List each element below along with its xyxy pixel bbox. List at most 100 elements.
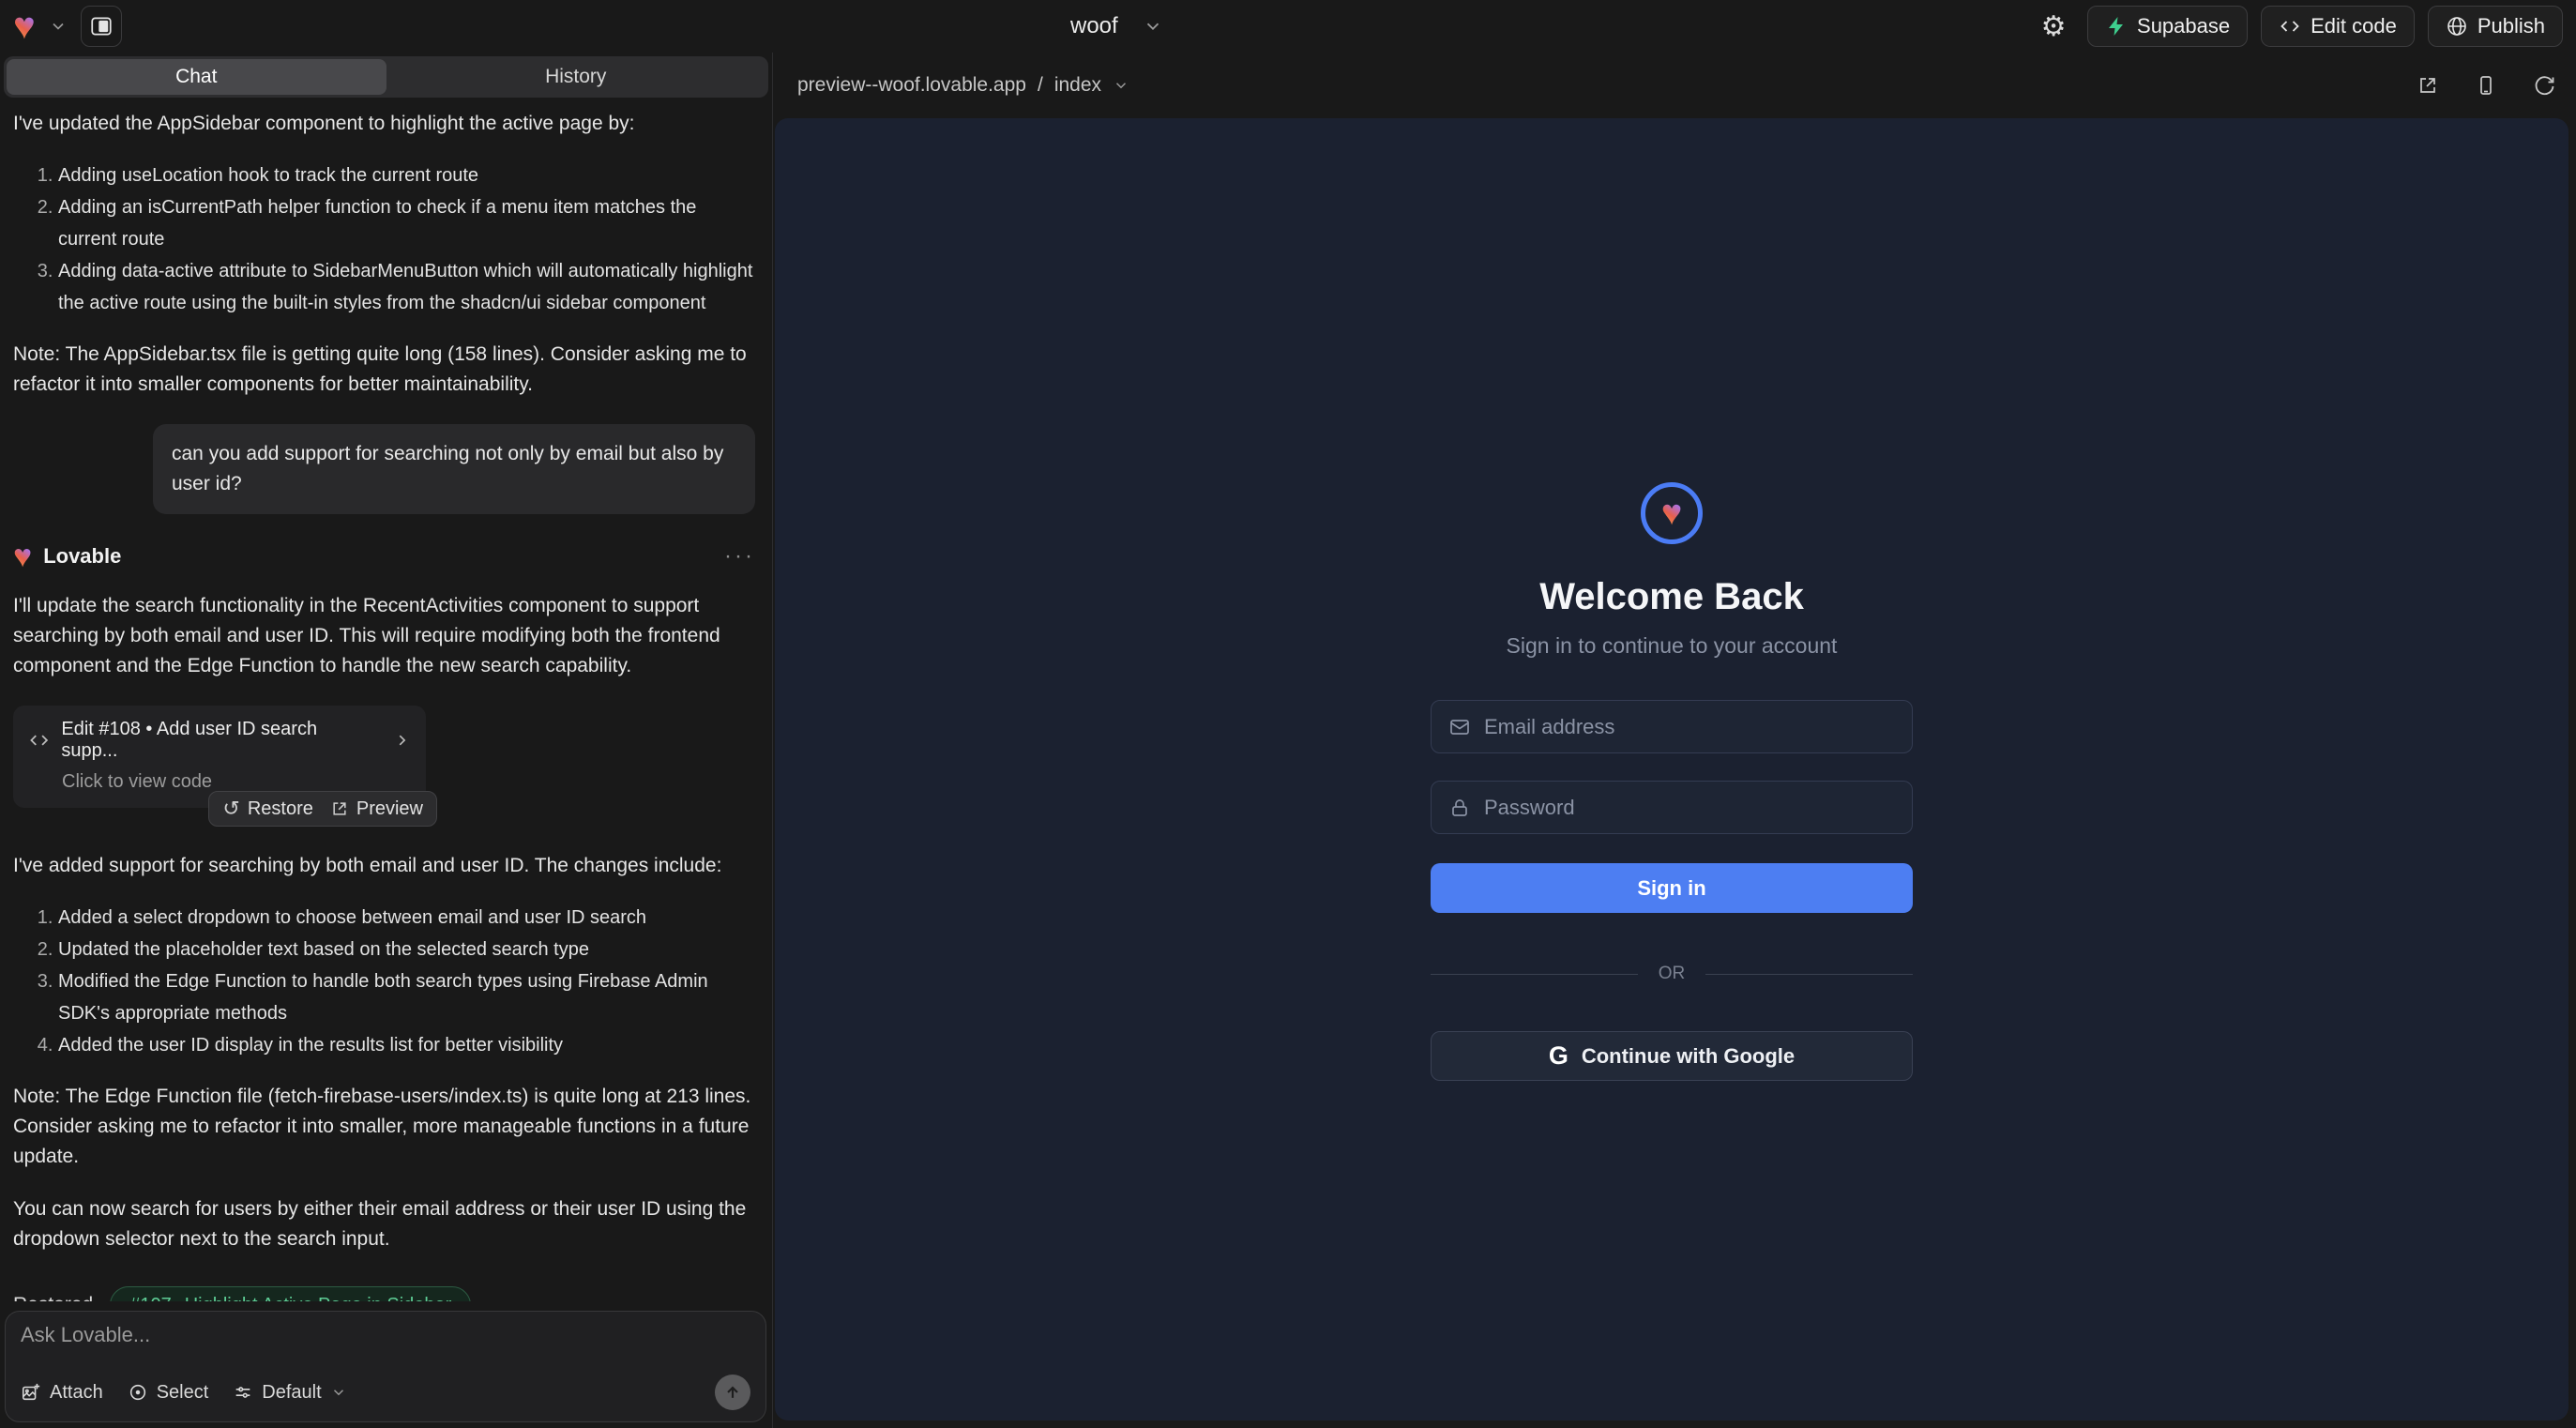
mode-chevron-down-icon [330, 1384, 347, 1401]
supabase-label: Supabase [2137, 14, 2230, 38]
password-input[interactable] [1484, 796, 1895, 820]
user-message-row: can you add support for searching not on… [13, 424, 755, 514]
phone-icon [2475, 74, 2497, 97]
settings-button[interactable]: ⚙ [2033, 6, 2074, 47]
or-label: OR [1659, 964, 1686, 984]
send-button[interactable] [715, 1375, 750, 1410]
attach-button[interactable]: Attach [21, 1382, 103, 1404]
assistant-msg2-outro: You can now search for users by either t… [13, 1194, 755, 1254]
list-item: Added a select dropdown to choose betwee… [58, 902, 755, 934]
attach-image-icon [21, 1382, 41, 1403]
lock-icon [1448, 797, 1471, 819]
toggle-sidebar-button[interactable] [81, 6, 122, 47]
chat-history-tabs: Chat History [4, 56, 768, 98]
project-chevron-down-icon [1143, 16, 1163, 37]
user-message-bubble: can you add support for searching not on… [153, 424, 755, 514]
sign-in-button[interactable]: Sign in [1431, 863, 1913, 913]
password-field[interactable] [1431, 781, 1913, 834]
assistant-name: Lovable [43, 544, 121, 569]
assistant-msg1-list: Adding useLocation hook to track the cur… [13, 160, 755, 319]
mode-label: Default [262, 1382, 321, 1404]
email-field[interactable] [1431, 700, 1913, 753]
refresh-icon [2533, 74, 2555, 97]
tab-chat[interactable]: Chat [7, 59, 386, 95]
app-logo-ring: ♥ [1641, 482, 1703, 544]
external-link-icon [2417, 74, 2439, 97]
url-chevron-down-icon [1113, 77, 1129, 94]
project-name: woof [1070, 13, 1118, 39]
globe-icon [2446, 15, 2468, 38]
top-bar: ♥ woof ⚙ Supabase [0, 0, 2576, 53]
preview-pane: preview--woof.lovable.app / index [773, 53, 2576, 1428]
chat-input[interactable] [21, 1323, 750, 1364]
supabase-button[interactable]: Supabase [2087, 6, 2248, 47]
chevron-right-icon [393, 731, 411, 750]
google-g-icon: G [1549, 1041, 1568, 1071]
assistant-msg2-intro: I'll update the search functionality in … [13, 591, 755, 681]
select-element-button[interactable]: Select [128, 1382, 209, 1404]
lovable-avatar-heart-icon: ♥ [13, 540, 32, 572]
mobile-view-button[interactable] [2475, 74, 2497, 97]
logo-chevron-down-icon[interactable] [49, 17, 68, 36]
preview-label: Preview [356, 798, 423, 820]
assistant-msg2-body: I've added support for searching by both… [13, 851, 755, 881]
app-logo-heart-icon: ♥ [1661, 495, 1683, 531]
lovable-logo-heart-icon[interactable]: ♥ [13, 8, 36, 45]
lovable-app-window: ♥ woof ⚙ Supabase [0, 0, 2576, 1428]
mode-selector-button[interactable]: Default [233, 1382, 346, 1404]
message-menu-button[interactable]: ··· [724, 543, 755, 570]
edit-card-subtitle: Click to view code [62, 771, 411, 793]
code-brackets-icon [28, 729, 50, 752]
mail-icon [1448, 716, 1471, 738]
edit-card-actions: ↺ Restore Preview [208, 791, 437, 827]
preview-button[interactable]: Preview [330, 798, 423, 820]
main-split: Chat History I've updated the AppSidebar… [0, 53, 2576, 1428]
composer-toolbar: Attach Select Default [21, 1375, 750, 1410]
divider-line [1431, 974, 1638, 975]
sliders-icon [233, 1382, 253, 1403]
email-input[interactable] [1484, 715, 1895, 739]
restored-version-title: Highlight Active Page in Sidebar [185, 1295, 452, 1302]
restored-version-badge[interactable]: #107 Highlight Active Page in Sidebar [110, 1286, 471, 1301]
assistant-message-header: ♥ Lovable ··· [13, 540, 755, 572]
select-label: Select [157, 1382, 209, 1404]
publish-button[interactable]: Publish [2428, 6, 2563, 47]
supabase-bolt-icon [2105, 15, 2128, 38]
preview-url: preview--woof.lovable.app [797, 74, 1026, 97]
list-item: Modified the Edge Function to handle bot… [58, 965, 755, 1029]
code-brackets-icon [2279, 15, 2301, 38]
continue-with-google-button[interactable]: G Continue with Google [1431, 1031, 1913, 1081]
tab-history[interactable]: History [386, 59, 766, 95]
refresh-button[interactable] [2533, 74, 2555, 97]
top-bar-left: ♥ [13, 6, 122, 47]
restore-button[interactable]: ↺ Restore [222, 797, 312, 821]
gear-icon: ⚙ [2041, 10, 2067, 43]
edit-card-title-row: Edit #108 • Add user ID search supp... [28, 719, 411, 762]
chat-scroll-area[interactable]: I've updated the AppSidebar component to… [0, 98, 772, 1301]
target-icon [128, 1382, 148, 1403]
list-item: Adding data-active attribute to SidebarM… [58, 255, 755, 319]
edit-code-button[interactable]: Edit code [2261, 6, 2415, 47]
or-divider: OR [1431, 964, 1913, 984]
list-item: Updated the placeholder text based on th… [58, 934, 755, 965]
list-item: Adding an isCurrentPath helper function … [58, 191, 755, 255]
preview-page: index [1054, 74, 1101, 97]
project-switcher[interactable]: woof [1070, 0, 1163, 53]
external-link-icon [330, 799, 349, 818]
preview-canvas: ♥ Welcome Back Sign in to continue to yo… [775, 118, 2568, 1420]
login-subtitle: Sign in to continue to your account [1507, 633, 1838, 659]
preview-url-selector[interactable]: preview--woof.lovable.app / index [797, 74, 1129, 97]
divider-line [1705, 974, 1913, 975]
attach-label: Attach [50, 1382, 103, 1404]
panel-layout-icon [89, 14, 114, 38]
arrow-up-icon [723, 1383, 742, 1402]
open-in-new-tab-button[interactable] [2417, 74, 2439, 97]
restore-icon: ↺ [222, 797, 239, 821]
edit-card-title: Edit #108 • Add user ID search supp... [61, 719, 370, 762]
login-title: Welcome Back [1539, 576, 1804, 618]
preview-url-separator: / [1038, 74, 1043, 97]
chat-composer: Attach Select Default [5, 1311, 766, 1422]
chat-sidebar: Chat History I've updated the AppSidebar… [0, 53, 773, 1428]
edit-code-label: Edit code [2311, 14, 2397, 38]
list-item: Added the user ID display in the results… [58, 1029, 755, 1061]
